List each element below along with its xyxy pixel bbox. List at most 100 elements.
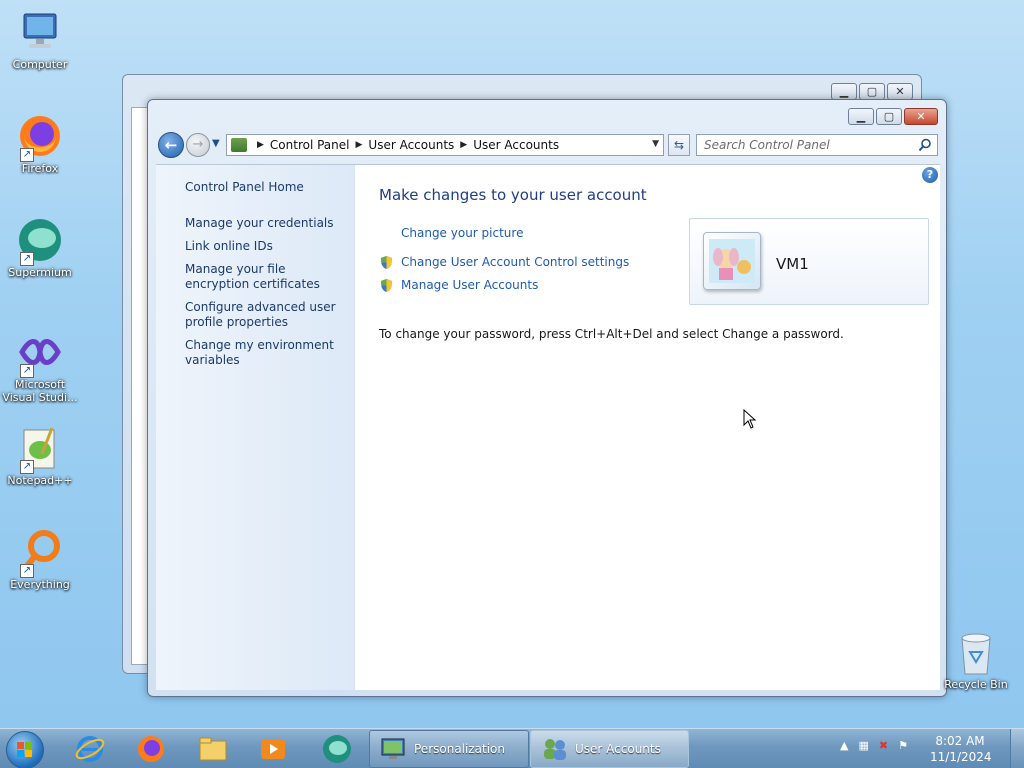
user-name: VM1	[776, 255, 809, 273]
show-desktop-button[interactable]	[1010, 729, 1024, 768]
maximize-button[interactable]: ▢	[859, 83, 885, 100]
search-icon[interactable]	[918, 138, 932, 152]
recycle-bin-label: Recycle Bin	[944, 678, 1008, 691]
file-encryption-certificates-link[interactable]: Manage your file encryption certificates	[185, 262, 345, 292]
uac-settings-link[interactable]: Change User Account Control settings	[401, 255, 629, 269]
close-button[interactable]: ✕	[904, 108, 938, 125]
main-pane: ? Make changes to your user account Chan…	[355, 165, 940, 690]
desktop-icon-firefox[interactable]: ↗ Firefox	[0, 112, 80, 175]
desktop-icon-label: Computer	[12, 58, 68, 71]
mouse-cursor-icon	[743, 409, 757, 429]
desktop-icon-label: Everything	[10, 578, 70, 591]
firefox-icon: ↗	[16, 112, 64, 162]
manage-user-accounts-link[interactable]: Manage User Accounts	[401, 278, 538, 292]
link-online-ids-link[interactable]: Link online IDs	[185, 239, 345, 254]
volume-muted-icon[interactable]: ✖	[879, 739, 888, 752]
notification-area: ▲ ▦ ✖ ⚑	[840, 739, 908, 752]
uac-shield-icon	[381, 256, 392, 269]
close-button[interactable]: ✕	[887, 83, 913, 100]
windows-logo-icon	[17, 742, 32, 757]
desktop-icon-label: Supermium	[8, 266, 72, 279]
help-button[interactable]: ?	[922, 167, 938, 183]
arrow-right-icon: →	[192, 137, 204, 152]
breadcrumb-user-accounts[interactable]: User Accounts	[368, 138, 454, 152]
clock-date: 11/1/2024	[930, 750, 992, 764]
user-account-tile: VM1	[689, 218, 929, 305]
computer-icon	[16, 8, 64, 56]
background-window-caption-buttons: ▁ ▢ ✕	[831, 83, 913, 100]
breadcrumb-separator-icon[interactable]: ▶	[257, 140, 264, 150]
close-icon: ✕	[916, 110, 926, 123]
navigation-bar: ← → ▼ ▶ Control Panel ▶ User Accounts ▶ …	[156, 130, 938, 158]
desktop-icon-label: Notepad++	[7, 474, 73, 487]
forward-button[interactable]: →	[186, 133, 210, 157]
recent-pages-button[interactable]: ▼	[212, 138, 220, 149]
desktop-icon-everything[interactable]: ↗ Everything	[0, 528, 80, 591]
desktop-icon-recycle-bin[interactable]: Recycle Bin	[938, 630, 1014, 691]
refresh-button[interactable]: ⇆	[668, 134, 690, 156]
left-task-pane: Control Panel Home Manage your credentia…	[156, 165, 355, 690]
address-dropdown-icon[interactable]: ▼	[652, 139, 659, 149]
breadcrumb-control-panel[interactable]: Control Panel	[270, 138, 350, 152]
user-accounts-window[interactable]: ▁ ▢ ✕ ← → ▼ ▶ Control Panel ▶ User Accou…	[147, 99, 947, 697]
clock-time: 8:02 AM	[935, 734, 985, 748]
page-title: Make changes to your user account	[379, 186, 647, 204]
recycle-bin-icon	[961, 633, 991, 675]
breadcrumb-separator-icon[interactable]: ▶	[460, 140, 467, 150]
close-icon: ✕	[895, 85, 905, 98]
taskbar-task-label: User Accounts	[575, 742, 661, 756]
taskbar: Personalization User Accounts ▲ ▦ ✖ ⚑ 8:…	[0, 728, 1024, 768]
user-avatar[interactable]	[703, 232, 761, 290]
start-button[interactable]	[6, 731, 44, 768]
breadcrumb-user-accounts-current[interactable]: User Accounts	[473, 138, 559, 152]
password-note: To change your password, press Ctrl+Alt+…	[379, 327, 844, 341]
supermium-icon[interactable]	[321, 733, 353, 765]
help-icon: ?	[926, 168, 934, 181]
address-bar[interactable]: ▶ Control Panel ▶ User Accounts ▶ User A…	[226, 134, 664, 156]
desktop-icon-supermium[interactable]: ↗ Supermium	[0, 216, 80, 279]
media-player-icon[interactable]	[257, 733, 289, 765]
desktop-icon-label: Microsoft Visual Studi...	[2, 378, 78, 404]
chevron-down-icon: ▼	[212, 138, 220, 149]
desktop-icon-label: Firefox	[21, 162, 59, 175]
internet-explorer-icon[interactable]	[74, 733, 106, 765]
window-content: Control Panel Home Manage your credentia…	[156, 164, 940, 690]
minimize-button[interactable]: ▁	[848, 108, 874, 125]
taskbar-task-user-accounts[interactable]: User Accounts	[530, 730, 689, 768]
minimize-button[interactable]: ▁	[831, 83, 857, 100]
shortcut-arrow-icon: ↗	[20, 564, 34, 578]
control-panel-home-link[interactable]: Control Panel Home	[185, 180, 345, 195]
taskbar-task-label: Personalization	[414, 742, 505, 756]
arrow-left-icon: ←	[164, 136, 178, 154]
search-input[interactable]	[697, 135, 907, 155]
action-center-flag-icon[interactable]: ⚑	[898, 739, 908, 752]
shortcut-arrow-icon: ↗	[20, 252, 34, 266]
manage-credentials-link[interactable]: Manage your credentials	[185, 216, 345, 231]
control-panel-icon	[231, 138, 247, 152]
system-clock[interactable]: 8:02 AM 11/1/2024	[930, 733, 992, 765]
maximize-icon: ▢	[866, 85, 878, 98]
taskbar-task-personalization[interactable]: Personalization	[369, 730, 529, 768]
search-box[interactable]	[696, 134, 938, 156]
back-button[interactable]: ←	[158, 132, 184, 158]
change-picture-link[interactable]: Change your picture	[401, 226, 523, 240]
advanced-user-profile-link[interactable]: Configure advanced user profile properti…	[185, 300, 345, 330]
personalization-icon	[381, 738, 405, 759]
desktop-icon-visual-studio[interactable]: ↗ Microsoft Visual Studi...	[0, 328, 80, 404]
minimize-icon: ▁	[839, 85, 849, 98]
shortcut-arrow-icon: ↗	[20, 460, 34, 474]
desktop-icon-computer[interactable]: Computer	[0, 8, 80, 71]
network-icon[interactable]: ▦	[858, 739, 868, 752]
window-caption-buttons: ▁ ▢ ✕	[848, 108, 938, 125]
firefox-icon[interactable]	[135, 733, 167, 765]
environment-variables-link[interactable]: Change my environment variables	[185, 338, 345, 368]
maximize-button[interactable]: ▢	[876, 108, 902, 125]
file-explorer-icon[interactable]	[197, 733, 229, 765]
breadcrumb-separator-icon[interactable]: ▶	[356, 140, 363, 150]
maximize-icon: ▢	[883, 110, 895, 123]
visual-studio-icon: ↗	[16, 328, 64, 378]
notepadpp-icon: ↗	[16, 424, 64, 474]
show-hidden-icons-button[interactable]: ▲	[840, 739, 848, 752]
desktop-icon-notepadpp[interactable]: ↗ Notepad++	[0, 424, 80, 487]
everything-icon: ↗	[16, 528, 64, 578]
